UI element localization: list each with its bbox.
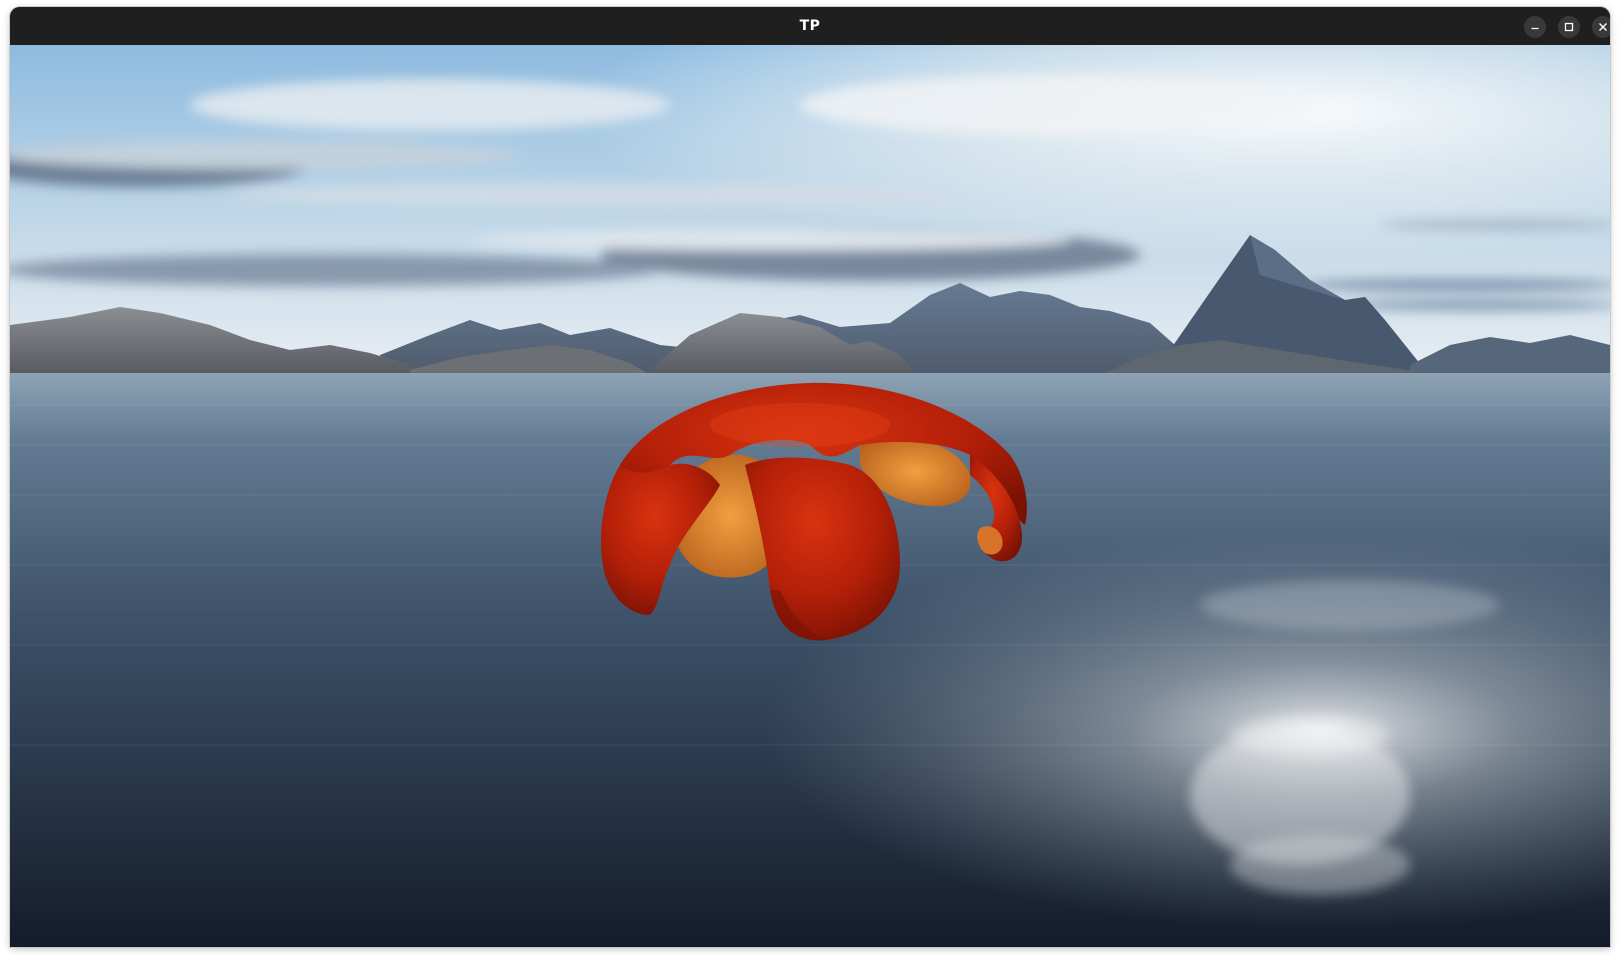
- title-bar[interactable]: TP: [10, 7, 1610, 45]
- minimize-icon: [1530, 22, 1540, 32]
- maximize-button[interactable]: [1558, 16, 1580, 38]
- minimize-button[interactable]: [1524, 16, 1546, 38]
- maximize-icon: [1564, 22, 1574, 32]
- close-icon: [1598, 22, 1608, 32]
- window-title: TP: [799, 18, 821, 34]
- scene-canvas: [10, 45, 1610, 947]
- app-window: TP: [10, 7, 1610, 947]
- render-viewport[interactable]: [10, 45, 1610, 947]
- close-button[interactable]: [1592, 16, 1610, 38]
